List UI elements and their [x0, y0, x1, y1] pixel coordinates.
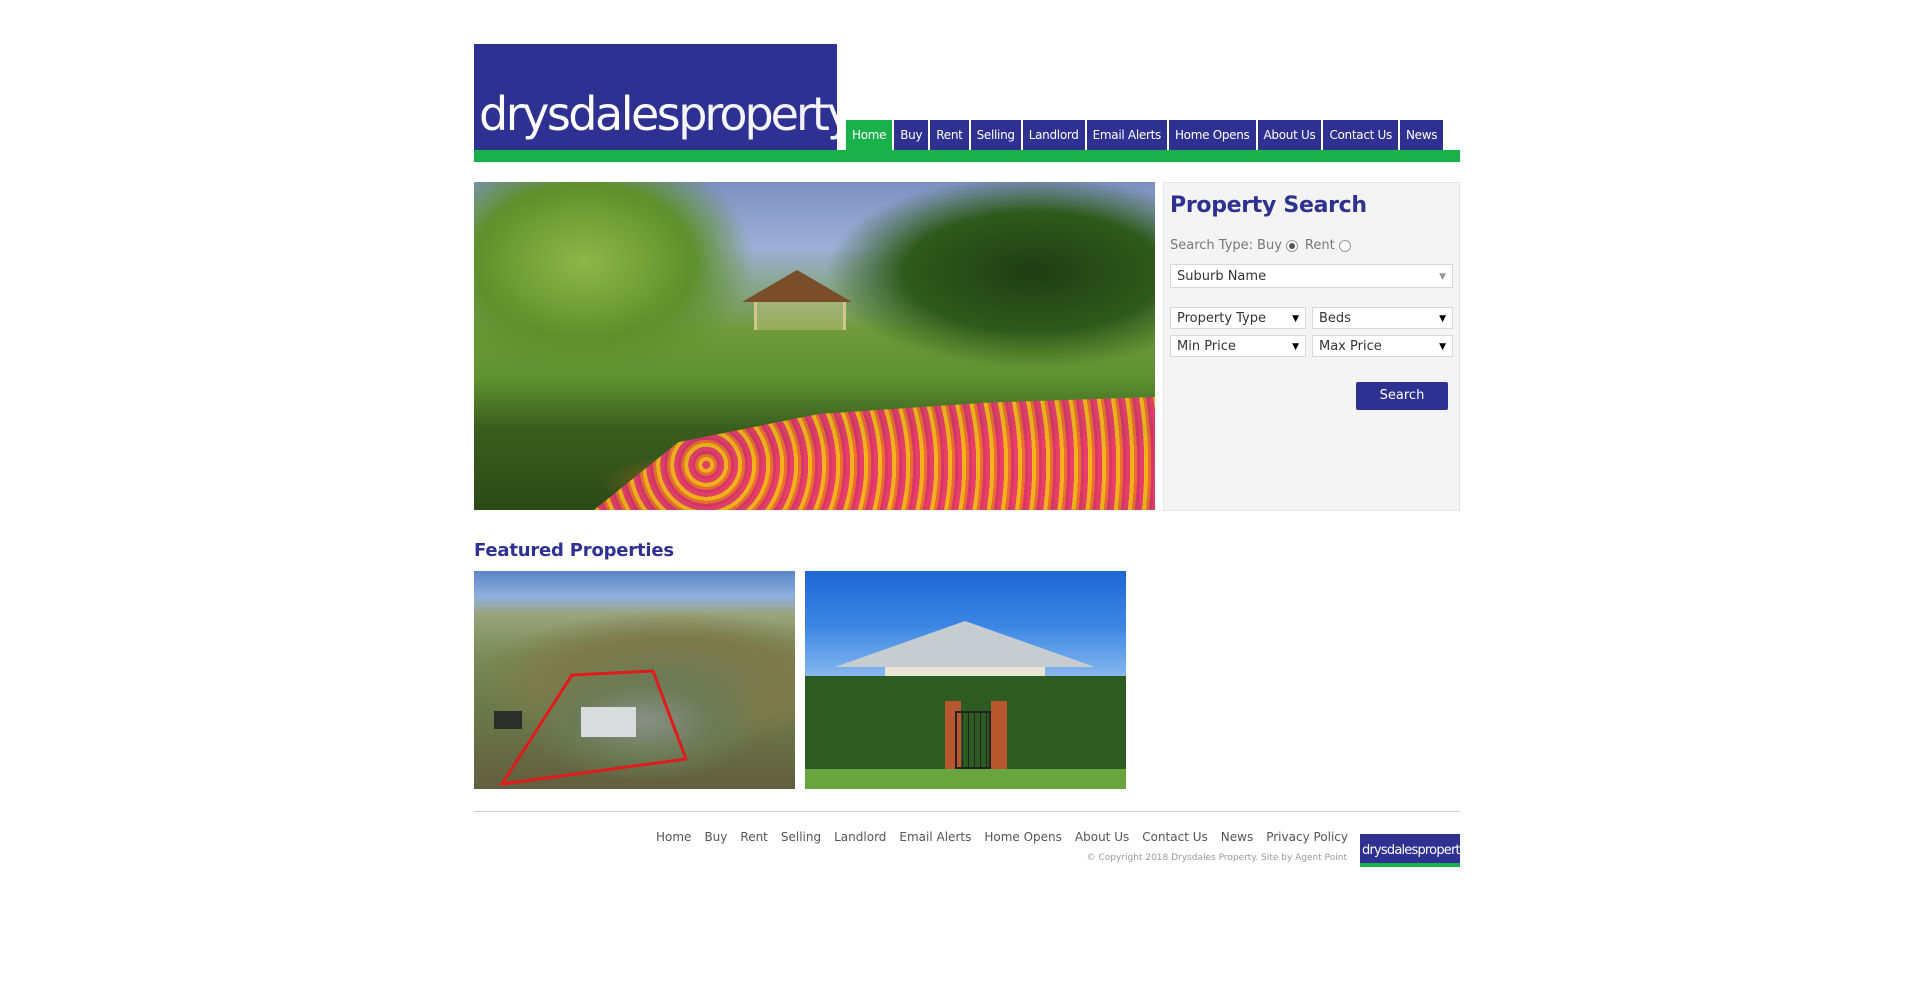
footer-logo-green-bar	[1360, 863, 1460, 867]
footer-link-home-opens[interactable]: Home Opens	[984, 830, 1062, 844]
featured-property-1[interactable]	[474, 571, 795, 789]
hero-image-park	[474, 182, 1155, 510]
nav-home-opens[interactable]: Home Opens	[1168, 120, 1256, 150]
footer-link-selling[interactable]: Selling	[781, 830, 821, 844]
iron-gate	[955, 711, 991, 769]
footer-link-home[interactable]: Home	[656, 830, 691, 844]
footer-logo-word-drysdales: drysdales	[1362, 843, 1418, 858]
type-rent-label[interactable]: Rent	[1305, 238, 1335, 253]
gate-pillar-right	[991, 701, 1007, 769]
chevron-down-icon: ▼	[1292, 342, 1299, 352]
footer-logo-wordmark: drysdalesproperty	[1362, 843, 1460, 858]
main-nav: Home Buy Rent Selling Landlord Email Ale…	[846, 120, 1444, 150]
search-title: Property Search	[1170, 193, 1367, 218]
nav-contact-us[interactable]: Contact Us	[1323, 120, 1398, 150]
footer-link-news[interactable]: News	[1221, 830, 1253, 844]
nav-selling[interactable]: Selling	[970, 120, 1021, 150]
page: drysdalesproperty Home Buy Rent Selling …	[474, 0, 1460, 1003]
aerial-boundary-outline	[494, 669, 689, 786]
nav-email-alerts[interactable]: Email Alerts	[1086, 120, 1167, 150]
footer-link-about-us[interactable]: About Us	[1075, 830, 1129, 844]
copyright-text: © Copyright 2018 Drysdales Property. Sit…	[1086, 853, 1347, 863]
search-button[interactable]: Search	[1356, 382, 1448, 410]
footer-link-landlord[interactable]: Landlord	[834, 830, 886, 844]
gazebo-shape	[742, 270, 852, 330]
beds-select[interactable]: Beds ▼	[1312, 307, 1453, 329]
property-type-value: Property Type	[1177, 311, 1267, 326]
min-price-value: Min Price	[1177, 339, 1236, 354]
suburb-select[interactable]: Suburb Name ▼	[1170, 264, 1453, 288]
max-price-select[interactable]: Max Price ▼	[1312, 335, 1453, 357]
chevron-down-icon: ▼	[1439, 314, 1446, 324]
nav-buy[interactable]: Buy	[894, 120, 929, 150]
search-type-row: Search Type: Buy Rent	[1170, 238, 1354, 253]
footer-nav: Home Buy Rent Selling Landlord Email Ale…	[656, 830, 1348, 844]
footer-link-rent[interactable]: Rent	[740, 830, 768, 844]
suburb-select-value: Suburb Name	[1177, 269, 1267, 284]
lawn	[805, 769, 1126, 789]
house-shape	[835, 621, 1095, 707]
site-logo[interactable]: drysdalesproperty	[474, 44, 837, 150]
footer-link-email-alerts[interactable]: Email Alerts	[899, 830, 971, 844]
chevron-down-icon: ▼	[1439, 342, 1446, 352]
type-rent-radio[interactable]	[1338, 239, 1351, 252]
chevron-down-icon: ▼	[1292, 314, 1299, 324]
beds-value: Beds	[1319, 311, 1351, 326]
logo-wordmark: drysdalesproperty	[479, 88, 837, 140]
type-buy-label[interactable]: Buy	[1257, 238, 1282, 253]
footer-link-buy[interactable]: Buy	[704, 830, 727, 844]
nav-rent[interactable]: Rent	[930, 120, 969, 150]
max-price-value: Max Price	[1319, 339, 1382, 354]
logo-word-drysdales: drysdales	[479, 87, 681, 141]
tulip-bed	[594, 397, 1155, 510]
footer-logo[interactable]: drysdalesproperty	[1360, 834, 1460, 867]
logo-word-property: property	[678, 87, 837, 141]
footer-link-privacy-policy[interactable]: Privacy Policy	[1266, 830, 1348, 844]
type-buy-radio[interactable]	[1285, 239, 1298, 252]
footer-divider	[474, 811, 1460, 812]
nav-about-us[interactable]: About Us	[1257, 120, 1322, 150]
nav-home[interactable]: Home	[846, 120, 893, 150]
featured-property-2[interactable]	[805, 571, 1126, 789]
nav-landlord[interactable]: Landlord	[1022, 120, 1085, 150]
property-type-select[interactable]: Property Type ▼	[1170, 307, 1306, 329]
chevron-down-icon: ▼	[1439, 272, 1446, 282]
nav-news[interactable]: News	[1399, 120, 1444, 150]
footer-logo-word-property: property	[1417, 843, 1460, 858]
header-green-bar	[474, 150, 1460, 162]
footer-link-contact-us[interactable]: Contact Us	[1142, 830, 1208, 844]
featured-title: Featured Properties	[474, 540, 674, 561]
min-price-select[interactable]: Min Price ▼	[1170, 335, 1306, 357]
property-search-panel: Property Search Search Type: Buy Rent Su…	[1163, 182, 1460, 511]
search-type-label: Search Type:	[1170, 238, 1254, 253]
